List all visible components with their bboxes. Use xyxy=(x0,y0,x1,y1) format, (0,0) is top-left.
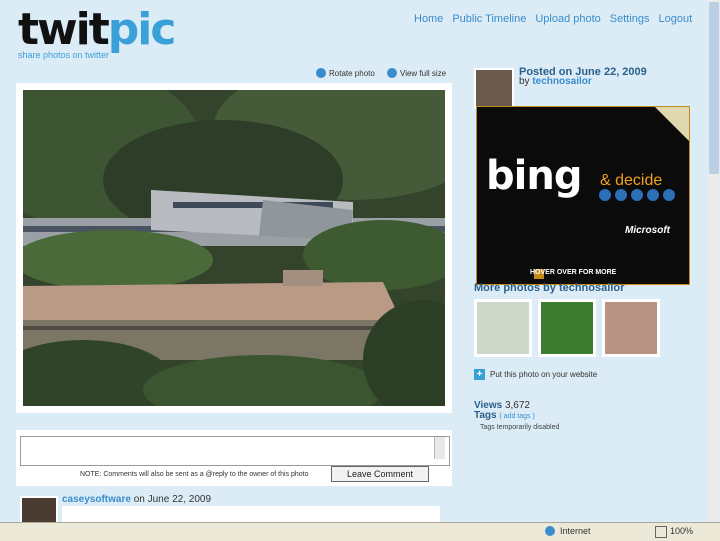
bing-logo-text: bing xyxy=(486,153,582,199)
comment-header: caseysoftware on June 22, 2009 xyxy=(62,494,211,505)
radar-thumb-image xyxy=(541,302,593,354)
put-photo-link[interactable]: + Put this photo on your website xyxy=(474,369,597,380)
comment-input[interactable] xyxy=(20,436,450,466)
commenter-name[interactable]: caseysoftware xyxy=(62,494,131,505)
view-full-size-link[interactable]: View full size xyxy=(387,68,446,78)
uploader-byline: by technosailor xyxy=(519,76,592,87)
ad-tagline: & decide xyxy=(600,172,663,189)
main-photo[interactable] xyxy=(23,90,445,406)
browser-status-bar: Internet 100% xyxy=(0,522,720,541)
nav-public-timeline[interactable]: Public Timeline xyxy=(452,13,526,25)
tags-disabled-note: Tags temporarily disabled xyxy=(480,424,560,431)
add-tags-link[interactable]: ( add tags ) xyxy=(499,413,534,420)
zoom-level[interactable]: 100% xyxy=(670,526,693,536)
train-photo-image xyxy=(23,90,445,406)
leave-comment-button[interactable]: Leave Comment xyxy=(331,466,429,482)
zoom-icon[interactable] xyxy=(655,526,667,538)
plus-circle-icon xyxy=(387,68,397,78)
nav-home[interactable]: Home xyxy=(414,13,443,25)
comment-scrollbar[interactable] xyxy=(434,437,445,459)
comment-note: NOTE: Comments will also be sent as a @r… xyxy=(80,471,309,478)
map-thumb-image xyxy=(477,302,529,354)
twitpic-logo[interactable]: twitpic xyxy=(18,8,176,52)
nav-settings[interactable]: Settings xyxy=(610,13,650,25)
top-nav: Home Public Timeline Upload photo Settin… xyxy=(414,13,692,25)
uploader-avatar[interactable] xyxy=(474,68,514,108)
uploader-name[interactable]: technosailor xyxy=(532,76,591,87)
ad-hover-text: HOVER OVER FOR MORE xyxy=(530,269,617,276)
globe-icon xyxy=(545,526,555,536)
person-thumb-image xyxy=(605,302,657,354)
rotate-icon xyxy=(316,68,326,78)
comment-date: on June 22, 2009 xyxy=(133,494,212,505)
tags-section: Tags ( add tags ) xyxy=(474,410,535,421)
nav-logout[interactable]: Logout xyxy=(659,13,693,25)
tagline: share photos on twitter xyxy=(18,50,110,60)
nav-upload-photo[interactable]: Upload photo xyxy=(535,13,600,25)
zone-label: Internet xyxy=(560,526,591,536)
page-scroll-thumb[interactable] xyxy=(709,2,719,174)
more-photos-heading: More photos by technosailor xyxy=(474,282,625,294)
rotate-photo-link[interactable]: Rotate photo xyxy=(316,68,375,78)
microsoft-logo-text: Microsoft xyxy=(625,225,670,236)
plus-icon: + xyxy=(474,369,485,380)
